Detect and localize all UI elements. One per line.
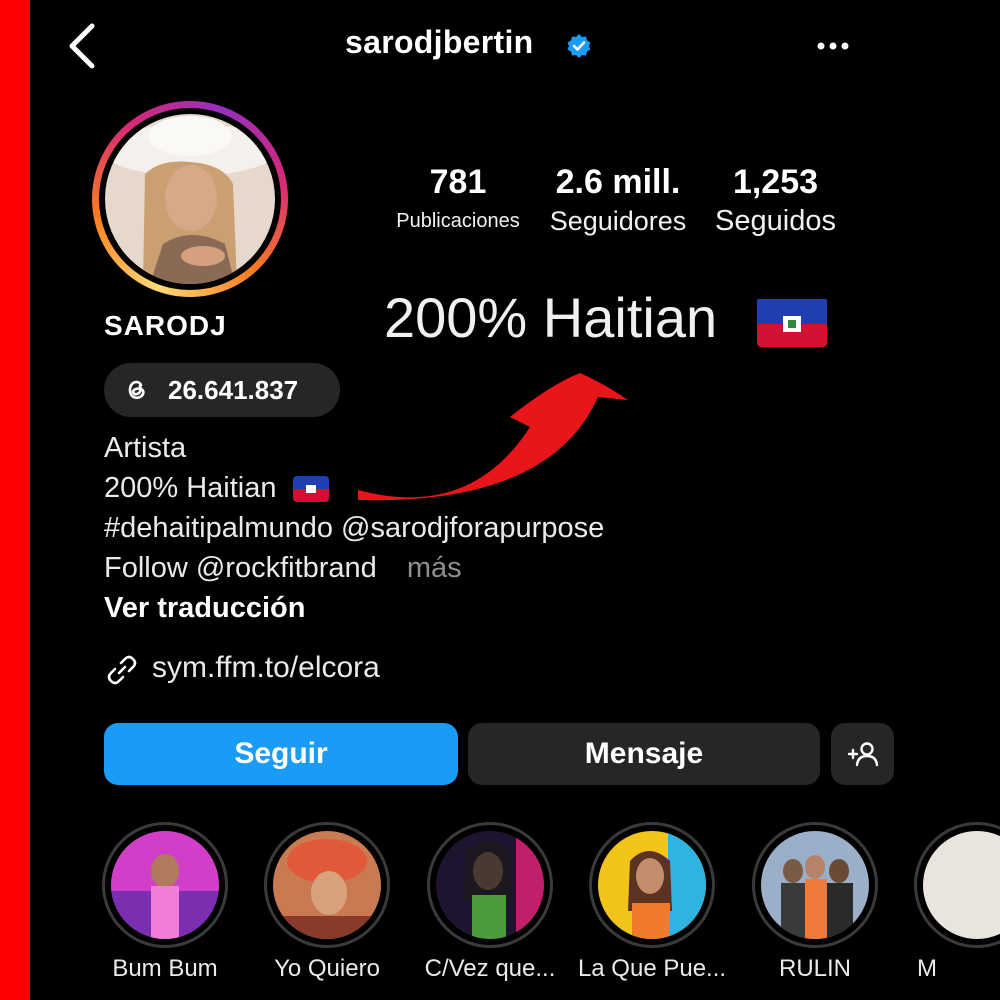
more-horizontal-icon — [817, 42, 849, 50]
bio-line-3-text: Follow @rockfitbrand — [104, 552, 377, 584]
highlight-label: C/Vez que... — [424, 955, 556, 982]
header-username: sarodjbertin — [345, 24, 534, 60]
haiti-flag-small-icon — [292, 476, 329, 503]
highlight-label: Yo Quiero — [274, 955, 380, 982]
posts-label: Publicaciones — [396, 210, 520, 232]
highlight-cover — [273, 831, 381, 939]
suggest-user-button[interactable] — [831, 723, 894, 785]
highlight-label: M — [917, 955, 937, 982]
highlight-cover — [111, 831, 219, 939]
message-button[interactable]: Mensaje — [468, 723, 820, 785]
stat-followers[interactable]: 2.6 mill. Seguidores — [543, 160, 693, 238]
back-button[interactable] — [62, 22, 102, 70]
highlight-cover — [436, 831, 544, 939]
highlight-label: La Que Pue... — [577, 955, 727, 982]
threads-icon — [128, 380, 145, 400]
highlight-label: Bum Bum — [112, 955, 218, 982]
follow-button[interactable]: Seguir — [104, 723, 458, 785]
bio-line-3: Follow @rockfitbrand más — [104, 552, 462, 585]
stat-posts[interactable]: 781 Publicaciones — [384, 160, 532, 238]
see-translation-link[interactable]: Ver traducción — [104, 592, 305, 625]
profile-avatar[interactable] — [92, 101, 288, 297]
bio-highlight-callout: 200% Haitian — [384, 285, 827, 350]
bio-category: Artista — [104, 432, 187, 464]
bio-highlight-text: 200% Haitian — [384, 286, 718, 349]
verified-badge-icon — [567, 34, 591, 58]
bio-more-link[interactable]: más — [407, 552, 462, 584]
bio-line-2: #dehaitipalmundo @sarodjforapurpose — [104, 512, 605, 544]
highlight-item[interactable]: M — [914, 822, 1000, 1000]
bio-line-1: 200% Haitian — [104, 472, 329, 505]
link-icon — [107, 655, 137, 685]
highlight-cover — [761, 831, 869, 939]
following-label: Seguidos — [715, 205, 836, 237]
avatar-photo — [105, 114, 275, 284]
stat-following[interactable]: 1,253 Seguidos — [703, 160, 848, 238]
red-arrow-annotation — [358, 373, 628, 501]
bio-line-1-text: 200% Haitian — [104, 472, 277, 504]
haiti-flag-icon — [756, 297, 827, 348]
add-person-icon — [847, 742, 878, 767]
display-name: SARODJ — [104, 310, 227, 341]
profile-link-text: sym.ffm.to/elcora — [152, 651, 380, 684]
followers-count: 2.6 mill. — [555, 163, 681, 201]
posts-count: 781 — [429, 163, 487, 201]
red-side-bar — [0, 0, 30, 1000]
highlight-label: RULIN — [778, 955, 851, 982]
following-count: 1,253 — [732, 163, 819, 201]
followers-label: Seguidores — [549, 206, 687, 236]
chevron-left-icon — [69, 23, 95, 69]
threads-badge-button[interactable]: 26.641.837 — [104, 363, 340, 417]
threads-count: 26.641.837 — [168, 375, 299, 405]
highlight-cover — [598, 831, 706, 939]
more-options-button[interactable] — [812, 32, 854, 60]
